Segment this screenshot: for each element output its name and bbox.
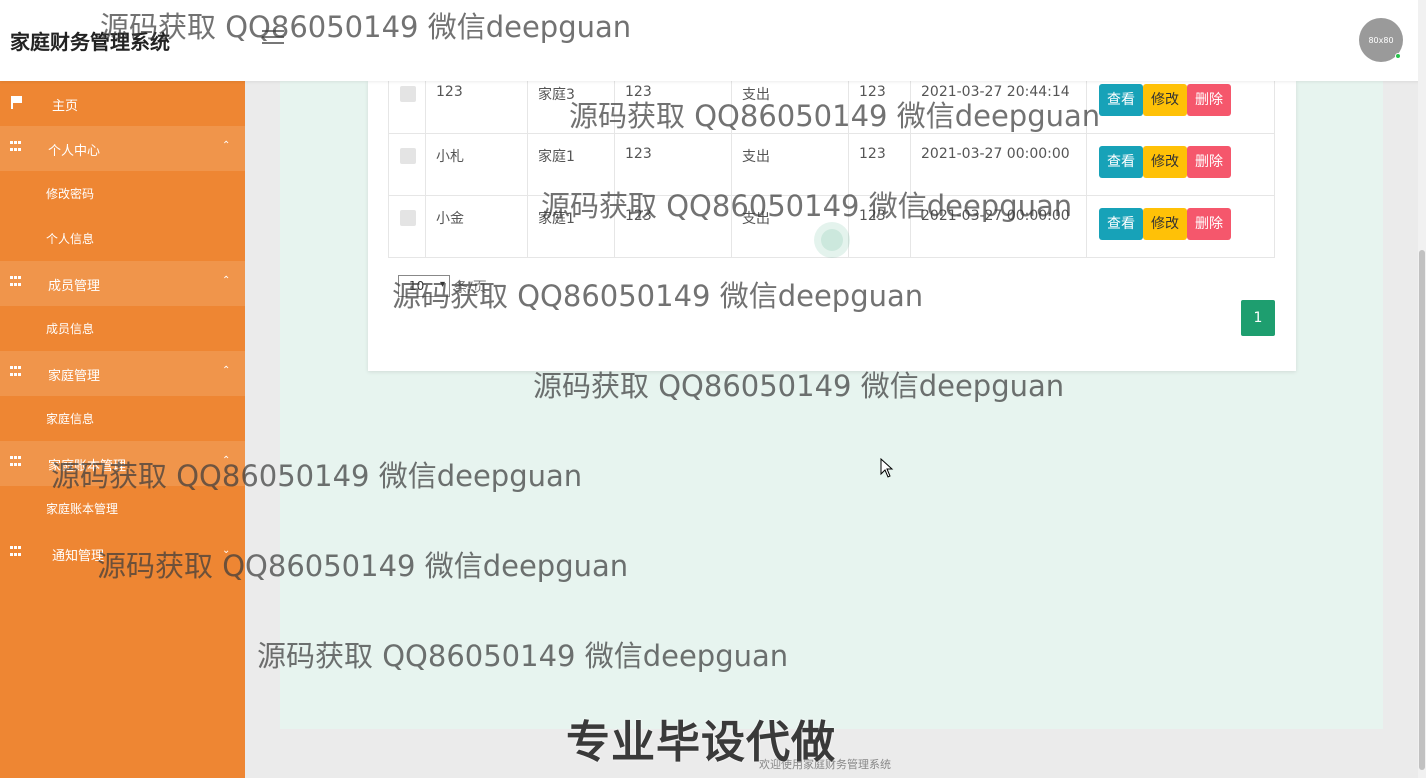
sidebar-group-member-management[interactable]: 成员管理 ⌃ <box>0 261 245 306</box>
view-button[interactable]: 查看 <box>1099 84 1143 116</box>
cell-time: 2021-03-27 00:00:00 <box>910 133 1087 196</box>
avatar[interactable]: 80x80 <box>1359 18 1403 62</box>
sidebar-group-label: 家庭账本管理 <box>48 459 127 474</box>
sidebar-item-family-info[interactable]: 家庭信息 <box>0 396 245 441</box>
loading-spinner-icon <box>814 222 850 258</box>
cell-value: 123 <box>614 133 732 196</box>
cell-value: 123 <box>614 195 732 258</box>
edit-button[interactable]: 修改 <box>1143 208 1187 240</box>
cell-amount: 123 <box>848 133 911 196</box>
cell-family: 家庭1 <box>527 195 615 258</box>
cell-name: 小札 <box>425 133 528 196</box>
sidebar-group-label: 个人中心 <box>48 144 101 159</box>
view-button[interactable]: 查看 <box>1099 208 1143 240</box>
page-size-value: 10 <box>409 279 425 293</box>
online-status-dot <box>1395 53 1401 59</box>
per-page-label: 条/页 <box>454 280 487 296</box>
menu-toggle-icon[interactable] <box>262 26 284 48</box>
chevron-up-icon: ⌃ <box>222 455 231 466</box>
sidebar: 主页 个人中心 ⌃ 修改密码 个人信息 成员管理 ⌃ 成员信息 家庭管理 ⌃ 家… <box>0 81 245 778</box>
row-checkbox[interactable] <box>400 148 416 164</box>
chevron-up-icon: ⌃ <box>222 365 231 376</box>
view-button[interactable]: 查看 <box>1099 146 1143 178</box>
flag-icon <box>11 96 23 109</box>
sidebar-item-home[interactable]: 主页 <box>0 81 245 126</box>
edit-button[interactable]: 修改 <box>1143 146 1187 178</box>
sidebar-item-personal-info[interactable]: 个人信息 <box>0 216 245 261</box>
sidebar-group-label: 家庭管理 <box>48 369 101 384</box>
delete-button[interactable]: 删除 <box>1187 208 1231 240</box>
avatar-placeholder-text: 80x80 <box>1368 35 1394 45</box>
page-button-current[interactable]: 1 <box>1241 300 1275 336</box>
edit-button[interactable]: 修改 <box>1143 84 1187 116</box>
grid-icon <box>10 366 23 379</box>
cell-name: 小金 <box>425 195 528 258</box>
grid-icon <box>10 141 23 154</box>
cell-amount: 123 <box>848 195 911 258</box>
sidebar-group-label: 成员管理 <box>48 279 101 294</box>
sidebar-group-personal-center[interactable]: 个人中心 ⌃ <box>0 126 245 171</box>
grid-icon <box>10 546 23 559</box>
sidebar-group-notification-management[interactable]: 通知管理 ⌄ <box>0 531 245 576</box>
sidebar-item-change-password[interactable]: 修改密码 <box>0 171 245 216</box>
chevron-up-icon: ⌃ <box>222 275 231 286</box>
chevron-up-icon: ⌃ <box>222 140 231 151</box>
cell-family: 家庭1 <box>527 133 615 196</box>
grid-icon <box>10 456 23 469</box>
delete-button[interactable]: 删除 <box>1187 84 1231 116</box>
chevron-down-icon: ⌄ <box>222 545 231 556</box>
cell-actions: 查看 修改 删除 <box>1086 133 1275 196</box>
grid-icon <box>10 276 23 289</box>
chevron-down-icon: ▾ <box>439 279 445 290</box>
sidebar-item-family-ledger-management[interactable]: 家庭账本管理 <box>0 486 245 531</box>
table-row: 小札 家庭1 123 支出 123 2021-03-27 00:00:00 查看… <box>388 133 1275 196</box>
watermark-banner: 专业毕设代做 <box>566 717 836 768</box>
mouse-cursor-icon <box>880 458 894 478</box>
sidebar-item-label: 主页 <box>52 99 79 114</box>
row-checkbox[interactable] <box>400 210 416 226</box>
delete-button[interactable]: 删除 <box>1187 146 1231 178</box>
page-size-select[interactable]: 10 ▾ <box>398 275 450 297</box>
page-scrollbar[interactable] <box>1418 0 1426 778</box>
brand-title: 家庭财务管理系统 <box>10 30 170 54</box>
sidebar-group-label: 通知管理 <box>52 549 105 564</box>
cell-actions: 查看 修改 删除 <box>1086 195 1275 258</box>
row-checkbox[interactable] <box>400 86 416 102</box>
scrollbar-thumb[interactable] <box>1419 250 1425 770</box>
cell-time: 2021-03-27 00:00:00 <box>910 195 1087 258</box>
sidebar-group-family-ledger[interactable]: 家庭账本管理 ⌃ <box>0 441 245 486</box>
sidebar-group-family-management[interactable]: 家庭管理 ⌃ <box>0 351 245 396</box>
cell-type: 支出 <box>731 133 849 196</box>
top-header: 家庭财务管理系统 80x80 <box>0 0 1426 81</box>
sidebar-item-member-info[interactable]: 成员信息 <box>0 306 245 351</box>
